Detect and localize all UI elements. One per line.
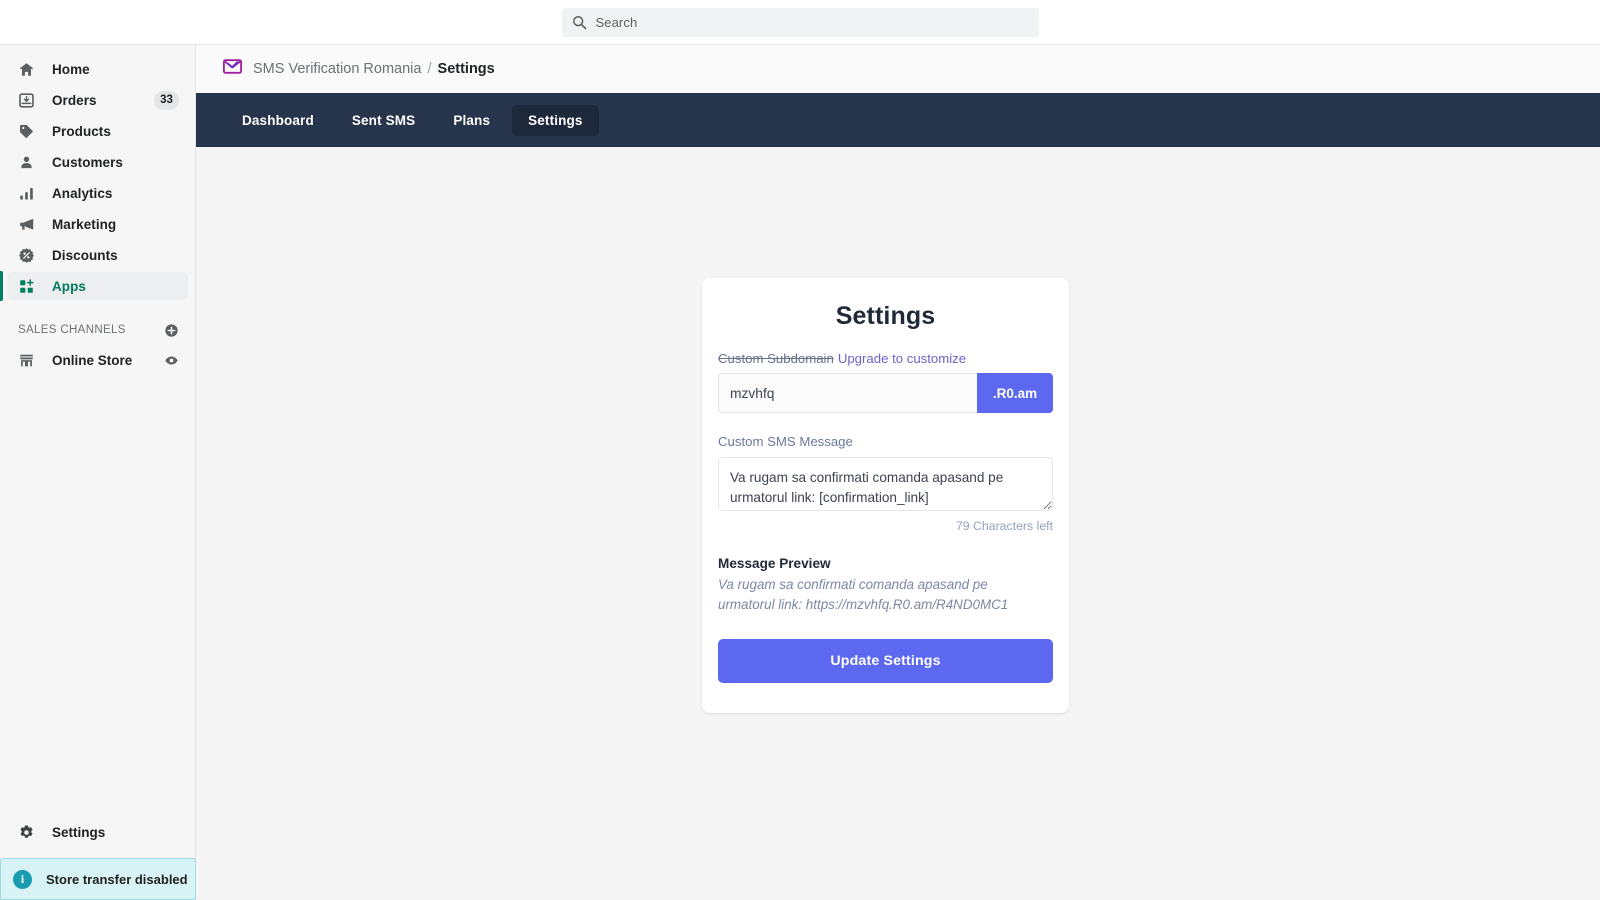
sidebar-item-orders[interactable]: Orders 33 bbox=[7, 86, 188, 114]
sidebar-item-label: Products bbox=[52, 123, 111, 139]
search-icon bbox=[572, 15, 587, 30]
discount-badge-icon bbox=[18, 247, 38, 264]
message-preview-title: Message Preview bbox=[718, 556, 831, 571]
sidebar-item-label: Home bbox=[52, 61, 90, 77]
custom-subdomain-label-text: Custom Subdomain bbox=[718, 351, 834, 366]
custom-subdomain-label: Custom Subdomain Upgrade to customize bbox=[718, 351, 1053, 366]
home-icon bbox=[18, 61, 38, 78]
sidebar-item-label: Analytics bbox=[52, 185, 113, 201]
eye-icon[interactable] bbox=[164, 353, 179, 368]
sidebar: Home Orders 33 Products Customers Analyt… bbox=[0, 45, 196, 900]
tag-icon bbox=[18, 123, 38, 140]
envelope-check-icon bbox=[222, 56, 243, 82]
sidebar-item-label: Online Store bbox=[52, 352, 133, 368]
tab-sent-sms[interactable]: Sent SMS bbox=[336, 105, 431, 136]
storefront-icon bbox=[18, 352, 38, 369]
app-nav: Dashboard Sent SMS Plans Settings bbox=[196, 93, 1600, 147]
subdomain-suffix-badge[interactable]: .R0.am bbox=[977, 373, 1053, 413]
sidebar-item-apps[interactable]: Apps bbox=[0, 271, 188, 301]
message-preview-text: Va rugam sa confirmati comanda apasand p… bbox=[718, 577, 1009, 612]
tab-label: Sent SMS bbox=[351, 112, 416, 128]
bar-chart-icon bbox=[18, 185, 38, 202]
sidebar-nav: Home Orders 33 Products Customers Analyt… bbox=[0, 45, 195, 301]
breadcrumb-separator: / bbox=[427, 61, 432, 77]
sales-channels-header: SALES CHANNELS bbox=[0, 317, 195, 343]
tab-label: Settings bbox=[528, 112, 583, 128]
tab-label: Dashboard bbox=[242, 112, 314, 128]
store-transfer-notice[interactable]: i Store transfer disabled bbox=[0, 858, 196, 900]
sidebar-item-label: Apps bbox=[52, 278, 86, 294]
sidebar-item-products[interactable]: Products bbox=[7, 117, 188, 145]
sidebar-item-marketing[interactable]: Marketing bbox=[7, 210, 188, 238]
megaphone-icon bbox=[18, 216, 38, 233]
update-settings-button[interactable]: Update Settings bbox=[718, 639, 1053, 683]
breadcrumb-app-name[interactable]: SMS Verification Romania bbox=[253, 61, 421, 77]
tab-dashboard[interactable]: Dashboard bbox=[226, 105, 330, 136]
plus-circle-icon[interactable] bbox=[164, 323, 179, 338]
top-bar: Search bbox=[0, 0, 1600, 45]
person-icon bbox=[18, 154, 38, 171]
tab-settings[interactable]: Settings bbox=[512, 104, 599, 136]
sidebar-item-label: Customers bbox=[52, 154, 123, 170]
sidebar-item-label: Discounts bbox=[52, 247, 118, 263]
apps-grid-plus-icon bbox=[18, 278, 38, 295]
sales-channels-title: SALES CHANNELS bbox=[18, 324, 126, 336]
main-area: SMS Verification Romania / Settings Dash… bbox=[196, 45, 1600, 900]
breadcrumb-text: SMS Verification Romania / Settings bbox=[253, 61, 495, 77]
subdomain-input-group: .R0.am bbox=[718, 373, 1053, 413]
sidebar-item-discounts[interactable]: Discounts bbox=[7, 241, 188, 269]
tab-plans[interactable]: Plans bbox=[437, 105, 506, 136]
custom-sms-message-label: Custom SMS Message bbox=[718, 434, 853, 449]
upgrade-to-customize-link[interactable]: Upgrade to customize bbox=[838, 351, 966, 366]
gear-icon bbox=[18, 824, 38, 841]
sidebar-item-analytics[interactable]: Analytics bbox=[7, 179, 188, 207]
sidebar-item-label: Marketing bbox=[52, 216, 117, 232]
search-placeholder: Search bbox=[595, 14, 638, 30]
sidebar-item-settings[interactable]: Settings bbox=[7, 818, 189, 846]
sidebar-item-home[interactable]: Home bbox=[7, 55, 188, 83]
breadcrumb-current: Settings bbox=[437, 61, 495, 77]
characters-left-counter: 79 Characters left bbox=[955, 519, 1053, 533]
orders-badge: 33 bbox=[154, 90, 179, 110]
sidebar-item-label: Settings bbox=[52, 824, 106, 840]
subdomain-input[interactable] bbox=[718, 373, 977, 413]
sidebar-item-label: Orders bbox=[52, 92, 97, 108]
sidebar-bottom: Settings i Store transfer disabled bbox=[0, 818, 196, 900]
content-area: Settings Custom Subdomain Upgrade to cust… bbox=[196, 147, 1600, 900]
custom-sms-message-textarea[interactable] bbox=[718, 457, 1053, 511]
sidebar-item-online-store[interactable]: Online Store bbox=[7, 346, 188, 374]
store-transfer-label: Store transfer disabled bbox=[46, 871, 188, 887]
page-title: Settings bbox=[835, 302, 936, 330]
settings-card: Settings Custom Subdomain Upgrade to cust… bbox=[702, 278, 1069, 713]
tab-label: Plans bbox=[453, 112, 491, 128]
sidebar-item-customers[interactable]: Customers bbox=[7, 148, 188, 176]
search-input[interactable]: Search bbox=[561, 7, 1039, 37]
orders-inbox-icon bbox=[18, 92, 38, 109]
breadcrumb: SMS Verification Romania / Settings bbox=[196, 45, 1600, 93]
info-circle-icon: i bbox=[13, 869, 32, 889]
